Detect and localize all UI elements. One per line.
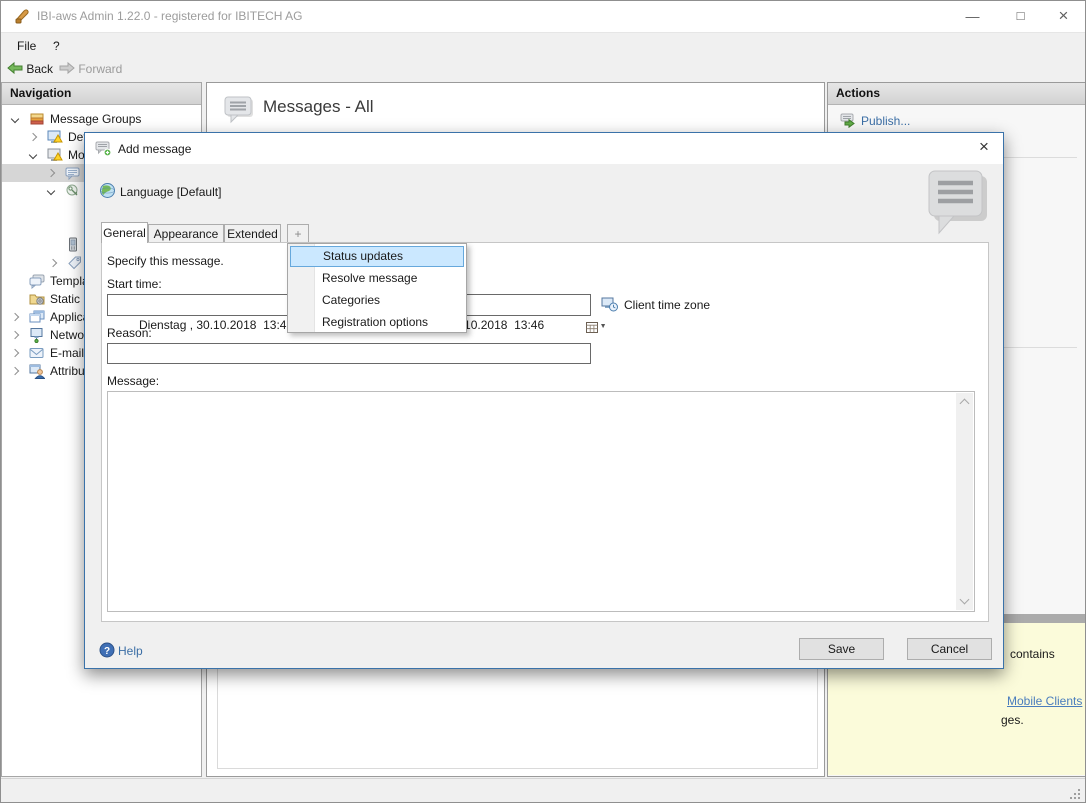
static-messages-icon: [29, 294, 45, 305]
app-window: IBI-aws Admin 1.22.0 - registered for IB…: [0, 0, 1086, 803]
add-tab-button[interactable]: +: [287, 224, 309, 242]
message-label: Message:: [107, 374, 160, 388]
scroll-down-icon[interactable]: [959, 594, 970, 605]
help-link[interactable]: Help: [118, 644, 143, 658]
resize-grip-icon[interactable]: [1068, 787, 1081, 800]
svg-text:?: ?: [104, 646, 110, 657]
mobile-clients-link[interactable]: Mobile Clients: [1007, 694, 1082, 708]
message-textarea[interactable]: [107, 391, 975, 612]
messages-header-icon: [224, 96, 253, 124]
globe-icon: [100, 183, 115, 198]
start-time-value: Dienstag , 30.10.2018 13:46: [139, 318, 294, 332]
client-time-zone-label: Client time zone: [624, 298, 711, 312]
tool-bar: Back Forward: [1, 58, 1085, 81]
dialog-close-icon[interactable]: ×: [965, 133, 1003, 163]
templates-icon: [29, 274, 45, 289]
tag-icon: [68, 256, 81, 270]
chevron-right-icon[interactable]: [10, 366, 20, 376]
chevron-right-icon[interactable]: [46, 168, 56, 178]
reason-label: Reason:: [107, 326, 152, 340]
dialog-title: Add message: [118, 142, 192, 156]
actions-header: Actions: [828, 83, 1085, 105]
monitor-warning-icon: [47, 148, 63, 161]
publish-icon: [840, 113, 855, 128]
phone-icon: [69, 237, 77, 252]
status-bar: [1, 778, 1085, 802]
tree-label: Message Groups: [50, 112, 142, 126]
tree-label: Attribu: [50, 364, 85, 378]
forward-button[interactable]: Forward: [59, 60, 122, 78]
forward-arrow-icon: [59, 61, 75, 75]
close-button[interactable]: ×: [1041, 1, 1085, 31]
chevron-down-icon[interactable]: [10, 114, 20, 124]
note-fragment: ges.: [1001, 713, 1024, 727]
menu-bar: File ?: [1, 33, 1085, 58]
chevron-down-icon[interactable]: [46, 186, 56, 196]
key-icon: [66, 184, 78, 196]
back-button[interactable]: Back: [7, 60, 53, 78]
dialog-title-bar: Add message ×: [85, 133, 1003, 164]
minimize-button[interactable]: —: [950, 1, 995, 31]
network-icon: [30, 328, 43, 343]
message-icon: [65, 167, 80, 181]
tree-label: Templa: [50, 274, 89, 288]
client-time-zone-icon: [601, 297, 618, 312]
language-label: Language [Default]: [120, 185, 222, 199]
scrollbar[interactable]: [956, 393, 973, 610]
tab-extended[interactable]: Extended: [224, 224, 281, 242]
note-fragment: contains: [1010, 647, 1055, 661]
chevron-right-icon[interactable]: [48, 258, 58, 268]
menu-item-categories[interactable]: Categories: [289, 290, 465, 312]
add-message-icon: [95, 141, 112, 157]
menu-file[interactable]: File: [11, 37, 42, 55]
menu-item-registration-options[interactable]: Registration options: [289, 312, 465, 334]
maximize-button[interactable]: □: [998, 1, 1043, 31]
window-title: IBI-aws Admin 1.22.0 - registered for IB…: [37, 9, 303, 23]
instruction-text: Specify this message.: [107, 254, 224, 268]
chevron-down-icon[interactable]: [28, 150, 38, 160]
add-message-dialog: Add message × Language [Default] General…: [84, 132, 1004, 669]
page-title: Messages - All: [263, 97, 374, 116]
email-icon: [29, 348, 44, 358]
start-time-label: Start time:: [107, 277, 162, 291]
message-watermark-icon: [928, 170, 987, 235]
tab-appearance[interactable]: Appearance: [148, 224, 224, 242]
add-tab-context-menu: Status updates Resolve message Categorie…: [287, 243, 467, 333]
save-button[interactable]: Save: [799, 638, 884, 660]
publish-action[interactable]: Publish...: [861, 114, 910, 128]
help-icon: ?: [99, 642, 115, 658]
app-icon: [15, 9, 29, 24]
attributes-icon: [29, 364, 45, 379]
navigation-header: Navigation: [2, 83, 201, 105]
chevron-right-icon[interactable]: [28, 132, 38, 142]
chevron-right-icon[interactable]: [10, 312, 20, 322]
back-label: Back: [26, 62, 54, 76]
menu-item-status-updates[interactable]: Status updates: [290, 246, 464, 267]
message-groups-icon: [30, 113, 44, 125]
tree-label: E-mail: [50, 346, 85, 360]
sidebar-item-message-groups[interactable]: Message Groups: [2, 110, 201, 128]
menu-help[interactable]: ?: [47, 37, 66, 55]
chevron-right-icon[interactable]: [10, 330, 20, 340]
scroll-up-icon[interactable]: [959, 398, 970, 409]
chevron-right-icon[interactable]: [10, 348, 20, 358]
reason-input[interactable]: [107, 343, 591, 364]
tree-label: Netwo: [50, 328, 85, 342]
monitor-warning-icon: [47, 130, 63, 143]
calendar-dropdown-icon[interactable]: ▼: [559, 297, 607, 333]
applications-icon: [29, 310, 45, 323]
title-bar: IBI-aws Admin 1.22.0 - registered for IB…: [1, 1, 1085, 33]
menu-item-resolve-message[interactable]: Resolve message: [289, 268, 465, 290]
back-arrow-icon: [7, 61, 23, 75]
forward-label: Forward: [78, 62, 123, 76]
tree-label: Mo: [68, 148, 85, 162]
cancel-button[interactable]: Cancel: [907, 638, 992, 660]
tab-general[interactable]: General: [101, 222, 148, 243]
